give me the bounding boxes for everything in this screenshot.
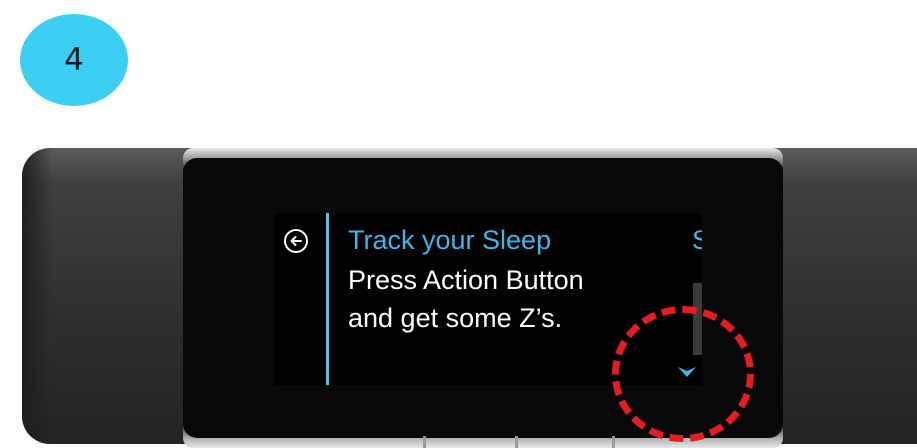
accent-divider xyxy=(326,213,329,385)
clasp-seam xyxy=(423,436,426,448)
wristband-edge xyxy=(22,148,52,444)
step-number-badge: 4 xyxy=(20,14,128,106)
tile-title: Track your Sleep xyxy=(348,225,552,255)
highlight-circle xyxy=(612,306,754,442)
back-arrow-glyph xyxy=(290,236,302,246)
next-tile-peek: S xyxy=(692,225,702,255)
instruction-line-2: and get some Z’s. xyxy=(348,303,563,333)
clasp-seam xyxy=(515,436,518,448)
step-number: 4 xyxy=(64,42,84,78)
instruction-line-1: Press Action Button xyxy=(348,265,584,295)
clasp-seam xyxy=(612,436,615,448)
back-arrow-circle-icon[interactable] xyxy=(284,229,308,253)
